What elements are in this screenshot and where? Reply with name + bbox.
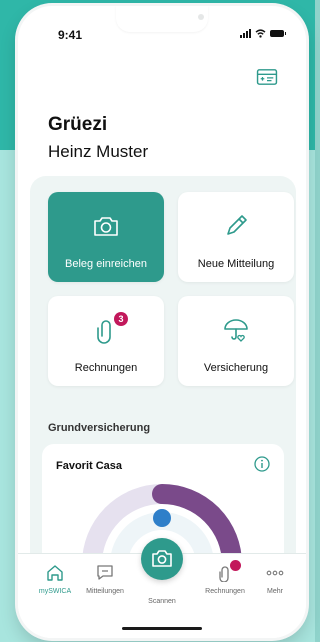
camera-icon bbox=[94, 217, 118, 236]
new-message-tile[interactable]: Neue Mitteilung bbox=[178, 192, 294, 282]
tab-label-messages: Mitteilungen bbox=[86, 588, 124, 595]
greeting-title: Grüezi bbox=[48, 114, 108, 135]
tab-myswica[interactable]: mySWICA bbox=[30, 564, 80, 608]
bottom-tab-bar: mySWICA Mitteilungen Scannen Rechnungen bbox=[18, 538, 306, 638]
submit-receipt-tile[interactable]: Beleg einreichen bbox=[48, 192, 164, 282]
more-icon bbox=[266, 570, 284, 576]
battery-icon bbox=[270, 30, 286, 37]
chat-icon bbox=[97, 565, 113, 580]
camera-dot bbox=[198, 14, 204, 20]
tab-invoices-badge bbox=[230, 560, 241, 571]
invoices-badge: 3 bbox=[114, 312, 128, 326]
tile-label-submit-receipt: Beleg einreichen bbox=[65, 258, 147, 270]
signal-icon bbox=[240, 29, 251, 38]
wifi-icon bbox=[255, 29, 266, 38]
pencil-icon bbox=[227, 215, 247, 235]
insurance-tile[interactable]: Versicherung bbox=[178, 296, 294, 386]
scan-button[interactable] bbox=[141, 538, 183, 580]
tile-label-invoices: Rechnungen bbox=[74, 362, 138, 374]
home-icon bbox=[47, 565, 63, 581]
section-title-basic-insurance: Grundversicherung bbox=[48, 422, 151, 434]
status-time: 9:41 bbox=[58, 28, 83, 42]
tab-invoices[interactable]: Rechnungen bbox=[200, 560, 250, 608]
tab-label-scan: Scannen bbox=[148, 598, 176, 605]
tab-messages[interactable]: Mitteilungen bbox=[80, 564, 130, 608]
user-name: Heinz Muster bbox=[48, 142, 149, 161]
status-icons bbox=[240, 29, 286, 38]
tab-label-invoices: Rechnungen bbox=[205, 588, 245, 595]
tile-label-new-message: Neue Mitteilung bbox=[197, 258, 275, 270]
umbrella-heart-icon bbox=[224, 319, 248, 342]
id-card-icon[interactable] bbox=[256, 68, 278, 86]
tile-label-insurance: Versicherung bbox=[203, 362, 269, 374]
home-indicator bbox=[122, 627, 202, 630]
tab-more[interactable]: Mehr bbox=[250, 564, 300, 608]
phone-frame: 9:41 Grüezi Heinz Muster Beleg einreiche… bbox=[18, 6, 306, 638]
tab-label-myswica: mySWICA bbox=[38, 588, 72, 595]
status-bar: 9:41 bbox=[40, 28, 286, 44]
tab-label-more: Mehr bbox=[267, 588, 283, 595]
camera-icon bbox=[152, 550, 172, 567]
invoices-tile[interactable]: 3 Rechnungen bbox=[48, 296, 164, 386]
